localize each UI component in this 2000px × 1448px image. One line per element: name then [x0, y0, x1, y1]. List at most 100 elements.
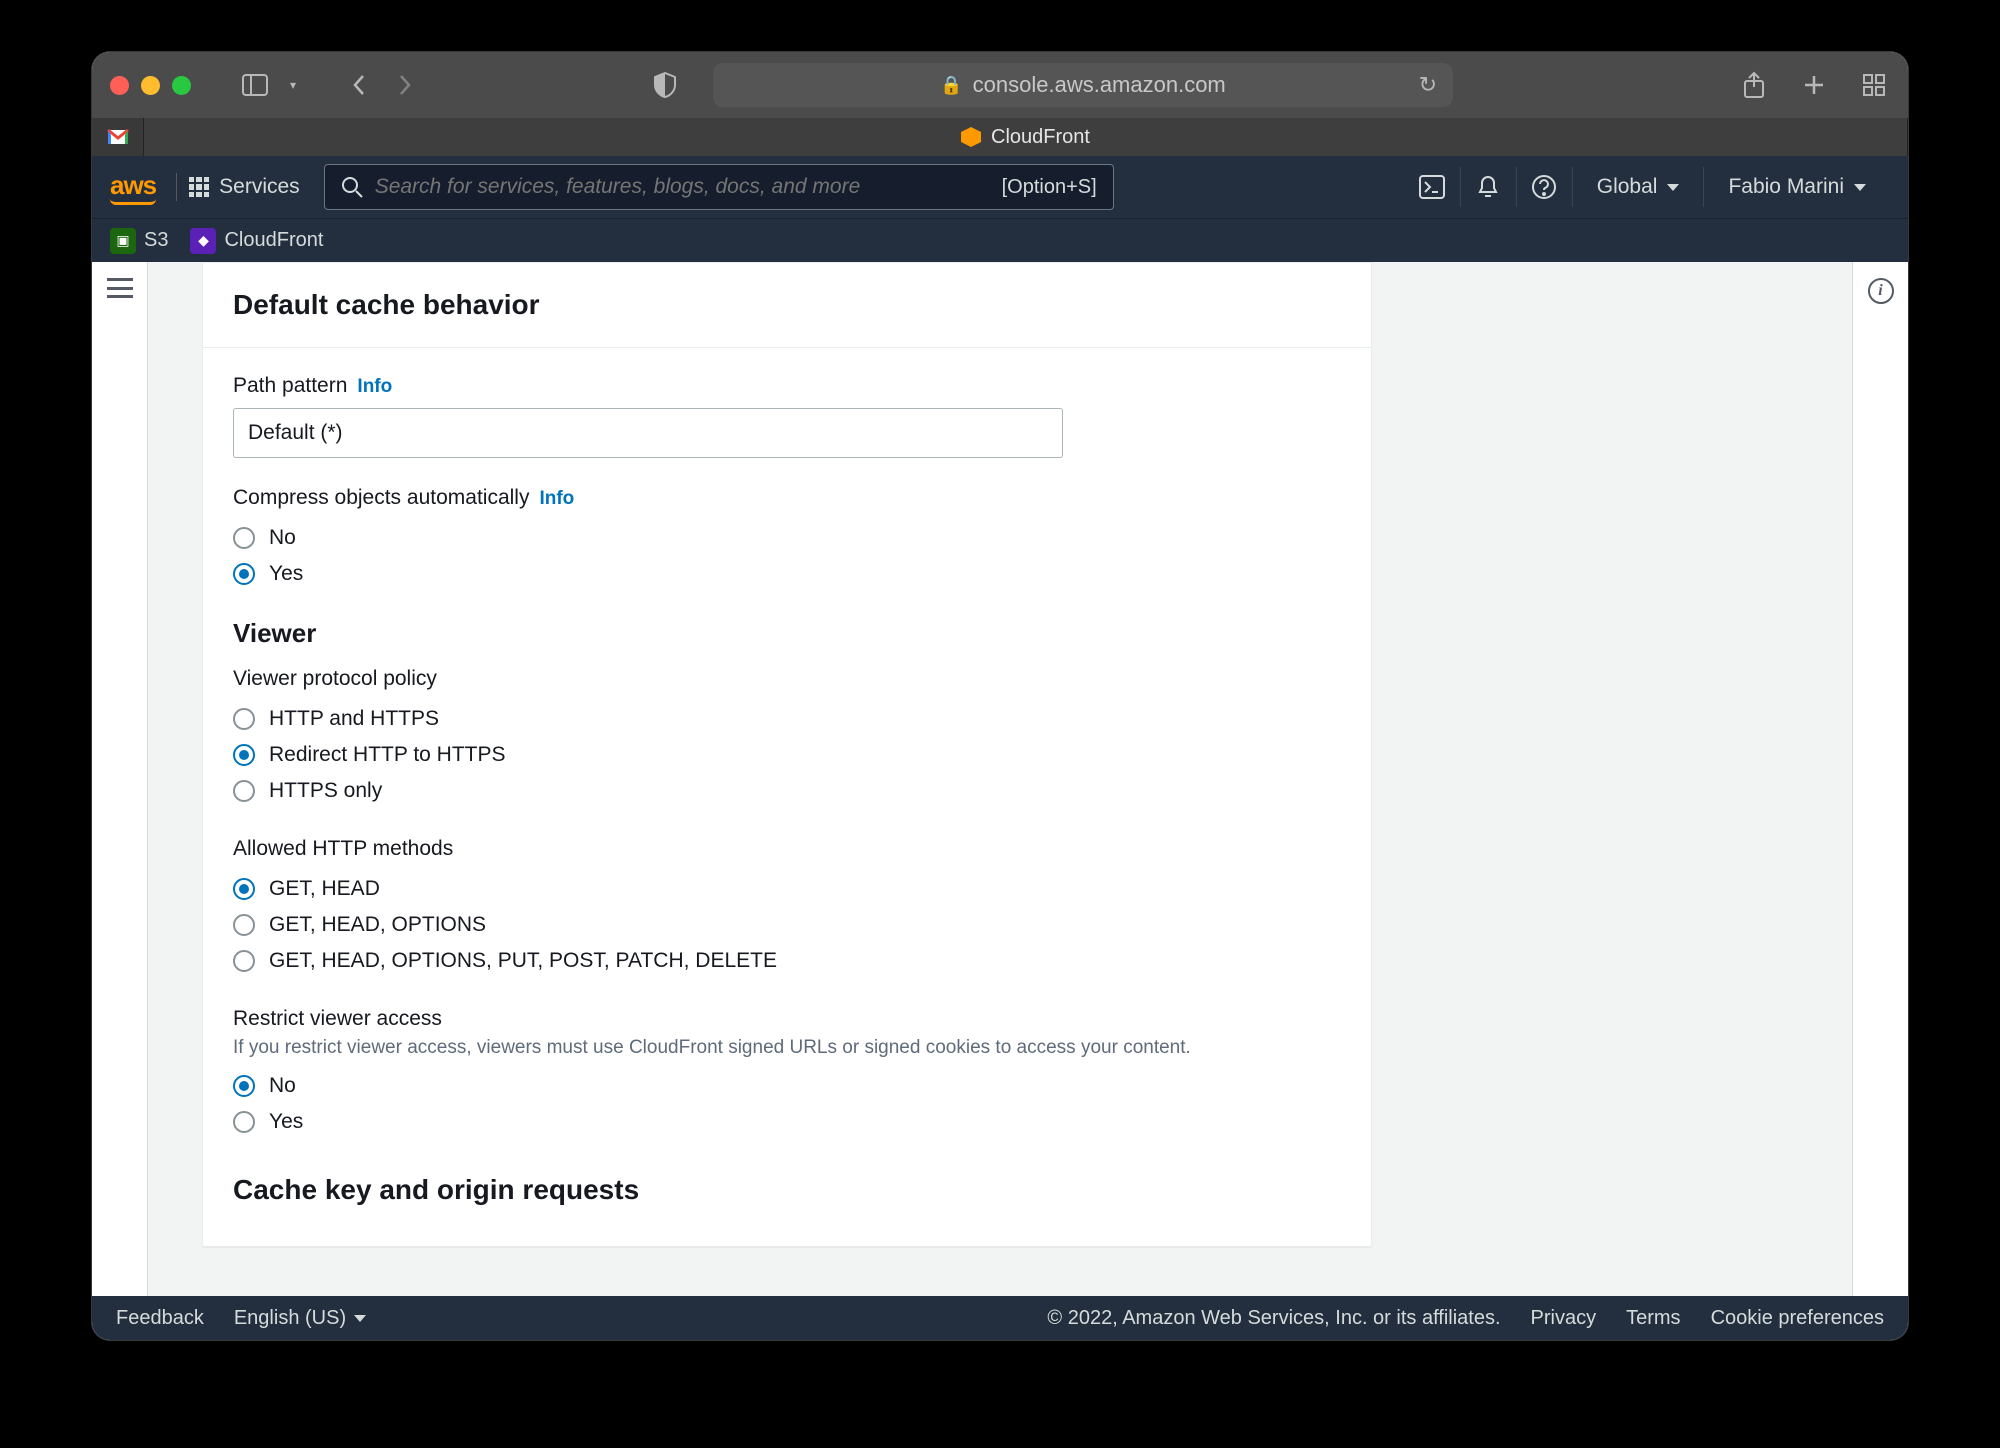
- compress-option-no[interactable]: No: [233, 520, 1341, 556]
- shortcut-label: CloudFront: [224, 229, 323, 252]
- option-label: No: [269, 526, 296, 550]
- grid-icon: [189, 177, 209, 197]
- back-button[interactable]: [343, 69, 375, 101]
- option-label: Yes: [269, 562, 303, 586]
- sidebar-toggle-icon[interactable]: [239, 69, 271, 101]
- radio-icon: [233, 708, 255, 730]
- path-pattern-label: Path pattern Info: [233, 374, 1341, 398]
- main-panel-area: Default cache behavior Path pattern Info…: [148, 262, 1852, 1296]
- methods-option-all[interactable]: GET, HEAD, OPTIONS, PUT, POST, PATCH, DE…: [233, 943, 1341, 979]
- tab-overview-icon[interactable]: [1858, 69, 1890, 101]
- chevron-down-icon[interactable]: ▾: [285, 69, 301, 101]
- services-label: Services: [219, 175, 300, 199]
- region-selector[interactable]: Global: [1573, 167, 1705, 207]
- tab-title: CloudFront: [991, 126, 1090, 149]
- protocol-option-redirect[interactable]: Redirect HTTP to HTTPS: [233, 737, 1341, 773]
- radio-icon: [233, 780, 255, 802]
- s3-icon: ▣: [110, 228, 136, 254]
- aws-logo[interactable]: aws: [110, 170, 156, 205]
- service-shortcut-bar: ▣ S3 ◆ CloudFront: [92, 218, 1908, 262]
- search-shortcut: [Option+S]: [1002, 176, 1097, 199]
- input-value: Default (*): [248, 421, 343, 445]
- right-rail: i: [1852, 262, 1908, 1296]
- label-text: Path pattern: [233, 374, 347, 398]
- zoom-window-button[interactable]: [172, 76, 191, 95]
- caret-down-icon: [1667, 184, 1679, 191]
- menu-icon[interactable]: [107, 278, 133, 298]
- forward-button[interactable]: [389, 69, 421, 101]
- region-label: Global: [1597, 175, 1658, 199]
- info-icon[interactable]: i: [1868, 278, 1894, 304]
- viewer-heading: Viewer: [233, 618, 1341, 649]
- option-label: HTTPS only: [269, 779, 382, 803]
- option-label: GET, HEAD, OPTIONS, PUT, POST, PATCH, DE…: [269, 949, 777, 973]
- close-window-button[interactable]: [110, 76, 129, 95]
- terms-link[interactable]: Terms: [1626, 1307, 1680, 1330]
- cloudshell-icon[interactable]: [1405, 167, 1461, 207]
- compress-label: Compress objects automatically Info: [233, 486, 1341, 510]
- browser-toolbar: ▾ 🔒 console.aws.amazon.com ↻: [92, 52, 1908, 118]
- info-link[interactable]: Info: [539, 488, 574, 510]
- cookie-preferences-link[interactable]: Cookie preferences: [1711, 1307, 1884, 1330]
- cloudfront-icon: ◆: [190, 228, 216, 254]
- services-menu[interactable]: Services: [179, 169, 310, 205]
- aws-header: aws Services [Option+S] Global Fabio Mar…: [92, 156, 1908, 218]
- new-tab-icon[interactable]: [1798, 69, 1830, 101]
- path-pattern-input[interactable]: Default (*): [233, 408, 1063, 458]
- help-icon[interactable]: [1517, 167, 1573, 207]
- radio-icon: [233, 914, 255, 936]
- console-footer: Feedback English (US) © 2022, Amazon Web…: [92, 1296, 1908, 1340]
- lock-icon: 🔒: [940, 75, 962, 96]
- label-text: Compress objects automatically: [233, 486, 529, 510]
- search-box[interactable]: [Option+S]: [324, 164, 1114, 210]
- reload-icon[interactable]: ↻: [1419, 72, 1437, 98]
- option-label: No: [269, 1074, 296, 1098]
- shortcut-label: S3: [144, 229, 168, 252]
- window-controls: [110, 76, 191, 95]
- info-link[interactable]: Info: [357, 376, 392, 398]
- share-icon[interactable]: [1738, 69, 1770, 101]
- privacy-link[interactable]: Privacy: [1531, 1307, 1597, 1330]
- shield-icon[interactable]: [649, 69, 681, 101]
- shortcut-cloudfront[interactable]: ◆ CloudFront: [190, 228, 323, 254]
- protocol-option-https-only[interactable]: HTTPS only: [233, 773, 1341, 809]
- active-tab[interactable]: CloudFront: [144, 118, 1908, 156]
- content-area: Default cache behavior Path pattern Info…: [92, 262, 1908, 1296]
- cache-behavior-panel: Default cache behavior Path pattern Info…: [202, 262, 1372, 1247]
- radio-icon: [233, 1075, 255, 1097]
- language-selector[interactable]: English (US): [234, 1307, 366, 1330]
- notifications-icon[interactable]: [1461, 167, 1517, 207]
- pinned-tab-gmail[interactable]: [92, 118, 144, 156]
- methods-option-get-head[interactable]: GET, HEAD: [233, 871, 1341, 907]
- restrict-label: Restrict viewer access: [233, 1007, 1341, 1031]
- radio-icon: [233, 563, 255, 585]
- radio-icon: [233, 744, 255, 766]
- cache-key-heading: Cache key and origin requests: [233, 1174, 1341, 1206]
- http-methods-label: Allowed HTTP methods: [233, 837, 1341, 861]
- shortcut-s3[interactable]: ▣ S3: [110, 228, 168, 254]
- language-label: English (US): [234, 1307, 346, 1329]
- option-label: Redirect HTTP to HTTPS: [269, 743, 506, 767]
- user-name: Fabio Marini: [1728, 175, 1844, 199]
- address-bar[interactable]: 🔒 console.aws.amazon.com ↻: [713, 63, 1453, 107]
- compress-option-yes[interactable]: Yes: [233, 556, 1341, 592]
- cloudfront-icon: [961, 127, 981, 147]
- protocol-option-http-https[interactable]: HTTP and HTTPS: [233, 701, 1341, 737]
- account-menu[interactable]: Fabio Marini: [1704, 167, 1890, 207]
- restrict-option-no[interactable]: No: [233, 1068, 1341, 1104]
- radio-icon: [233, 878, 255, 900]
- minimize-window-button[interactable]: [141, 76, 160, 95]
- restrict-option-yes[interactable]: Yes: [233, 1104, 1341, 1140]
- restrict-hint: If you restrict viewer access, viewers m…: [233, 1035, 1341, 1062]
- methods-option-get-head-options[interactable]: GET, HEAD, OPTIONS: [233, 907, 1341, 943]
- search-icon: [341, 176, 363, 198]
- option-label: GET, HEAD, OPTIONS: [269, 913, 486, 937]
- radio-icon: [233, 1111, 255, 1133]
- copyright: © 2022, Amazon Web Services, Inc. or its…: [1047, 1307, 1500, 1330]
- radio-icon: [233, 950, 255, 972]
- option-label: HTTP and HTTPS: [269, 707, 439, 731]
- feedback-link[interactable]: Feedback: [116, 1307, 204, 1330]
- option-label: Yes: [269, 1110, 303, 1134]
- caret-down-icon: [1854, 184, 1866, 191]
- search-input[interactable]: [375, 175, 990, 199]
